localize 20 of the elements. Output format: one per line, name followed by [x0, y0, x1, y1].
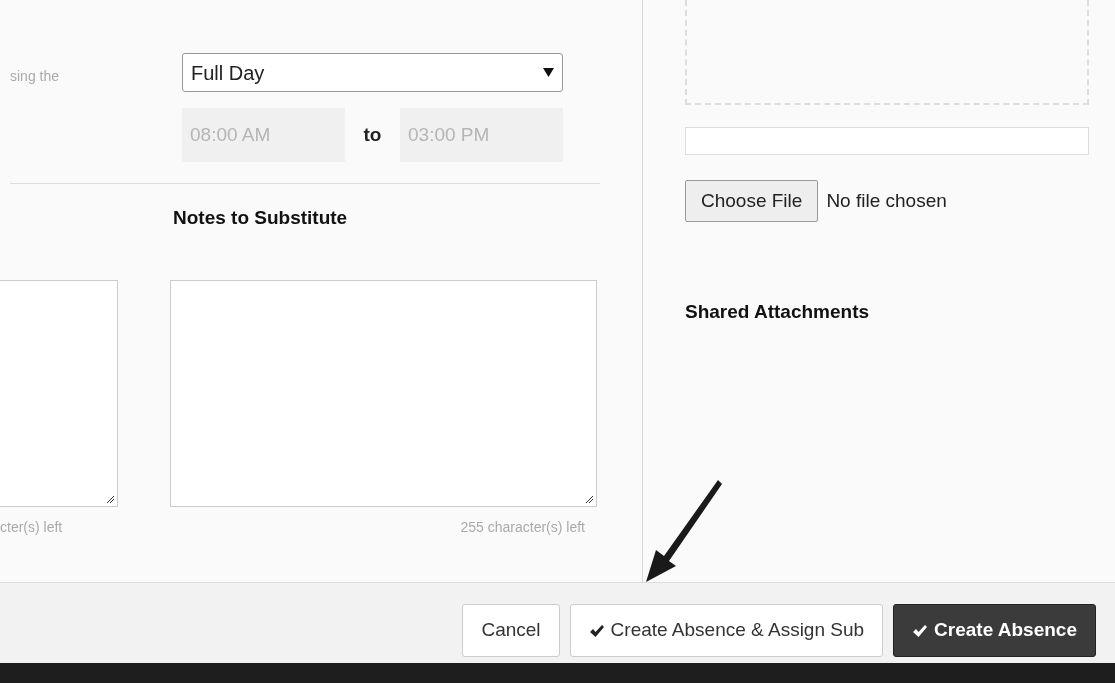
section-heading: Notes to Substitute	[173, 206, 349, 230]
duration-select[interactable]: Full Day	[182, 53, 563, 92]
footer-button[interactable]: Cancel	[462, 604, 560, 657]
file-status: No file chosen	[826, 188, 947, 213]
drop-zone[interactable]	[685, 0, 1089, 105]
check-icon	[912, 623, 929, 638]
choose-file-button[interactable]: Choose File	[685, 180, 819, 222]
field-label: sing the	[9, 67, 61, 86]
character-counter: 255 character(s) left	[459, 517, 585, 537]
resize-grip-icon	[105, 493, 115, 504]
notes-textarea[interactable]	[170, 279, 597, 507]
check-icon	[588, 623, 605, 638]
create-absence-button[interactable]: Create Absence	[893, 604, 1096, 657]
time-separator: to	[362, 122, 383, 147]
dropdown-arrow-icon	[543, 68, 554, 77]
footer-button[interactable]: Create Absence & Assign Sub	[569, 604, 884, 657]
character-counter: cter(s) left	[0, 517, 64, 537]
section-heading: Shared Attachments	[685, 300, 871, 324]
resize-grip-icon	[584, 493, 594, 504]
notes-textarea[interactable]	[0, 279, 118, 507]
